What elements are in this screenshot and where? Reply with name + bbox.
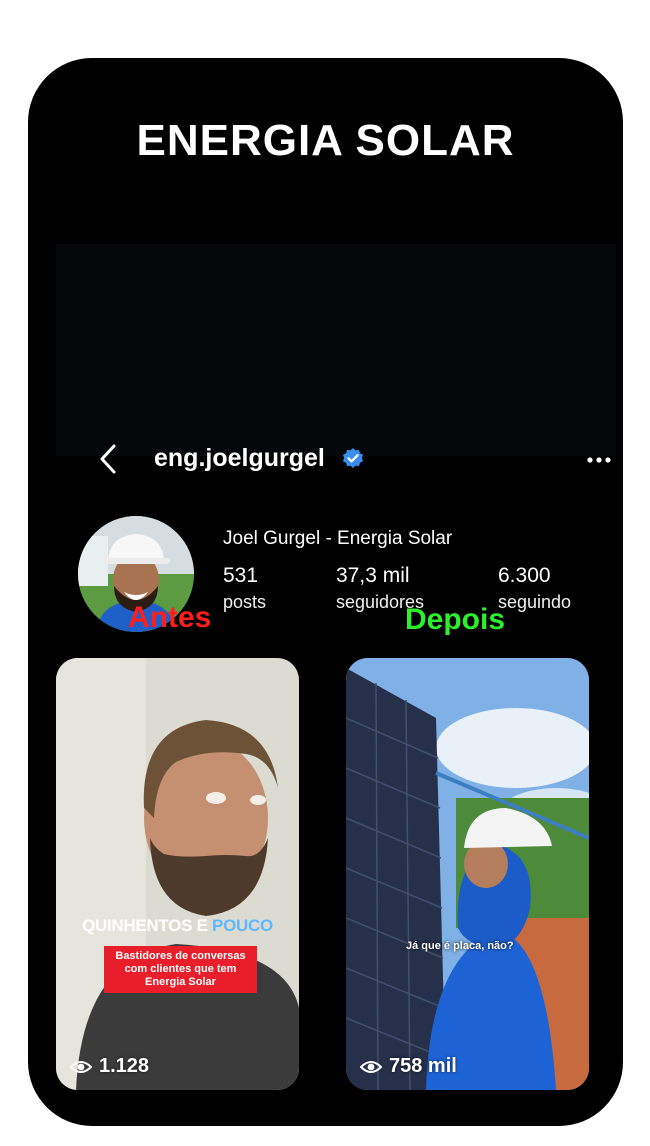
before-video-title: QUINHENTOS E POUCO	[56, 916, 299, 936]
after-video-caption: Já que é placa, não?	[406, 940, 514, 952]
after-label: Depois	[405, 603, 506, 636]
after-video-thumbnail[interactable]: Já que é placa, não? 758 mil	[346, 658, 589, 1090]
before-video-views: 1.128	[70, 1055, 149, 1078]
stat-posts-value: 531	[223, 564, 259, 587]
profile-username: eng.joelgurgel	[154, 444, 325, 472]
after-video-view-count: 758 mil	[389, 1055, 457, 1077]
before-video-image	[56, 658, 299, 1090]
stat-followers-value: 37,3 mil	[336, 564, 410, 587]
before-label: Antes	[128, 601, 212, 634]
more-options-icon[interactable]	[586, 456, 612, 464]
before-video-title-highlight: POUCO	[212, 916, 273, 935]
before-video-title-main: QUINHENTOS E	[82, 916, 208, 935]
before-video-view-count: 1.128	[99, 1055, 150, 1077]
page-title: ENERGIA SOLAR	[136, 116, 515, 165]
after-video-image	[346, 658, 589, 1090]
after-video-views: 758 mil	[360, 1055, 457, 1078]
stat-following-label: seguindo	[498, 592, 572, 612]
verified-icon	[343, 448, 363, 468]
stat-posts[interactable]: 531 posts	[223, 564, 266, 613]
stat-posts-label: posts	[223, 592, 267, 612]
stat-following-value: 6.300	[498, 564, 551, 587]
eye-icon	[360, 1060, 382, 1073]
profile-display-name: Joel Gurgel - Energia Solar	[223, 528, 453, 549]
before-video-thumbnail[interactable]: QUINHENTOS E POUCO Bastidores de convers…	[56, 658, 299, 1090]
profile-card: eng.joelgurgel Joel Gurgel - Energia Sol…	[56, 244, 616, 632]
eye-icon	[70, 1060, 92, 1073]
phone-frame: ENERGIA SOLAR eng.joelgurgel Joel Gurgel…	[28, 58, 623, 1126]
stat-following[interactable]: 6.300 seguindo	[498, 564, 571, 613]
before-video-subtitle: Bastidores de conversas com clientes que…	[104, 946, 257, 993]
back-icon[interactable]	[96, 442, 120, 476]
